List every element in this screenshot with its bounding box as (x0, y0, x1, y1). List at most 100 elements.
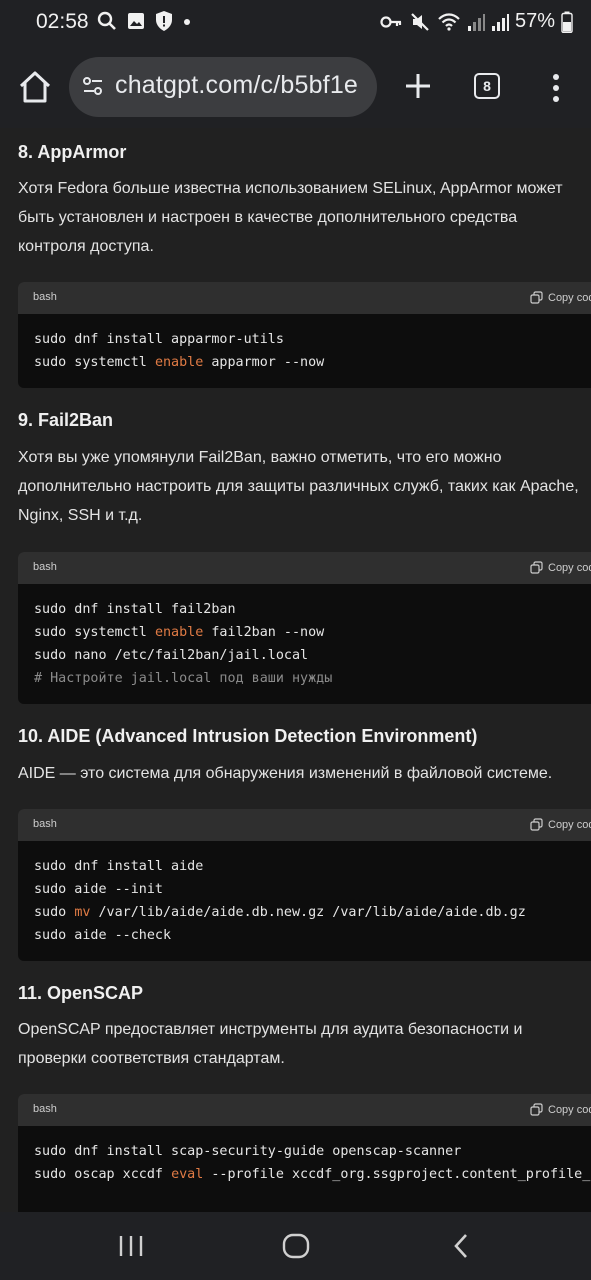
paragraph-line: OpenSCAP предоставляет инструменты для а… (18, 1021, 523, 1038)
copy-code-button[interactable]: Copy code (530, 291, 591, 304)
code-text: sudo dnf install scap-security-guide ope… (34, 1144, 462, 1159)
code-language: bash (33, 291, 57, 303)
copy-code-label: Copy code (548, 1103, 591, 1116)
code-text: sudo dnf install fail2ban (34, 602, 236, 617)
tab-switcher-button[interactable]: 8 (474, 73, 500, 99)
code-block: bash Copy code sudo dnf install fail2ban… (18, 552, 591, 704)
code-line: sudo aide --init (34, 878, 591, 901)
paragraph-line: Хотя вы уже упомянули Fail2Ban, важно от… (18, 449, 502, 466)
code-line: sudo aide --check (34, 924, 591, 947)
code-text: sudo systemctl (34, 625, 155, 640)
signal-icon (467, 13, 485, 31)
paragraph-line: проверки соответствия стандартам. (18, 1050, 285, 1067)
code-line: sudo dnf install aide (34, 855, 591, 878)
code-line: sudo systemctl enable apparmor --now (34, 351, 591, 374)
code-line: sudo dnf install fail2ban (34, 598, 591, 621)
paragraph-line: AIDE — это система для обнаружения измен… (18, 765, 553, 782)
copy-icon (530, 818, 543, 831)
section-heading: 9. Fail2Ban (18, 410, 114, 430)
paragraph-line: Nginx, SSH и т.д. (18, 507, 143, 524)
code-language: bash (33, 1103, 57, 1115)
code-line: sudo nano /etc/fail2ban/jail.local (34, 644, 591, 667)
back-icon[interactable] (446, 1230, 478, 1262)
chat-content[interactable]: 8. AppArmor Хотя Fedora больше известна … (0, 128, 591, 1212)
home-icon[interactable] (14, 66, 56, 108)
paragraph-line: Хотя Fedora больше известна использовани… (18, 180, 563, 197)
code-block-header: bash Copy code (18, 809, 591, 841)
copy-code-label: Copy code (548, 291, 591, 304)
code-line: sudo oscap xccdf eval --profile xccdf_or… (34, 1163, 591, 1186)
paragraph-line: контроля доступа. (18, 238, 154, 255)
home-nav-icon[interactable] (280, 1230, 312, 1262)
code-keyword: enable (154, 355, 204, 370)
code-block-header: bash Copy code (18, 282, 591, 314)
section-paragraph: AIDE — это система для обнаружения измен… (18, 759, 552, 788)
code-keyword: eval (171, 1167, 204, 1182)
code-block: bash Copy code sudo dnf install apparmor… (18, 282, 591, 388)
new-tab-icon[interactable] (398, 66, 438, 106)
code-text: sudo systemctl (34, 355, 155, 370)
code-block: bash Copy code sudo dnf install scap-sec… (18, 1094, 591, 1212)
section-paragraph: Хотя вы уже упомянули Fail2Ban, важно от… (18, 443, 579, 530)
section-heading: 10. AIDE (Advanced Intrusion Detection E… (18, 726, 478, 746)
code-text: /var/lib/aide/aide.db.new.gz /var/lib/ai… (90, 905, 526, 920)
copy-code-label: Copy code (548, 818, 591, 831)
recent-apps-icon[interactable] (115, 1230, 147, 1262)
code-language: bash (33, 818, 57, 830)
system-icons: 57% (379, 10, 573, 33)
copy-code-button[interactable]: Copy code (530, 561, 591, 574)
code-text: --profile xccdf_org.ssgproject.content_p… (203, 1167, 591, 1182)
code-text: sudo oscap xccdf (34, 1167, 172, 1182)
section-heading: 11. OpenSCAP (18, 983, 144, 1003)
code-body: sudo dnf install apparmor-utils sudo syst… (18, 314, 591, 374)
shield-alert-icon (156, 11, 172, 31)
code-line: # Настройте jail.local под ваши нужды (34, 667, 591, 690)
search-icon (97, 11, 116, 30)
battery-icon (561, 11, 573, 33)
copy-code-button[interactable]: Copy code (530, 818, 591, 831)
code-line: sudo dnf install apparmor-utils (34, 328, 591, 351)
code-text: sudo dnf install aide (34, 859, 204, 874)
code-text: sudo nano /etc/fail2ban/jail.local (34, 648, 309, 663)
code-text: apparmor --now (203, 355, 325, 370)
code-body: sudo dnf install scap-security-guide ope… (18, 1126, 591, 1186)
browser-toolbar: chatgpt.com/c/b5bf1e 8 (0, 46, 591, 128)
code-comment: # Настройте jail.local под ваши нужды (34, 671, 333, 686)
copy-icon (530, 561, 543, 574)
image-icon (128, 13, 144, 29)
code-language: bash (33, 561, 57, 573)
clock: 02:58 (36, 10, 89, 33)
mute-icon (411, 12, 429, 31)
more-options-icon[interactable] (546, 70, 566, 106)
section-paragraph: Хотя Fedora больше известна использовани… (18, 174, 563, 261)
code-text: sudo (34, 905, 75, 920)
battery-percent: 57% (514, 10, 555, 32)
code-line: sudo systemctl enable fail2ban --now (34, 621, 591, 644)
paragraph-line: быть установлен и настроен в качестве до… (18, 209, 518, 226)
system-nav-bar (0, 1212, 591, 1280)
section-paragraph: OpenSCAP предоставляет инструменты для а… (18, 1015, 522, 1073)
code-text: sudo dnf install apparmor-utils (34, 332, 284, 347)
copy-code-button[interactable]: Copy code (530, 1103, 591, 1116)
copy-icon (530, 1103, 543, 1116)
copy-icon (530, 291, 543, 304)
site-settings-icon[interactable] (81, 74, 105, 98)
code-block-header: bash Copy code (18, 552, 591, 584)
code-text: sudo aide --init (34, 882, 163, 897)
code-keyword: mv (74, 905, 91, 920)
key-icon (380, 15, 402, 28)
dot-icon (184, 19, 190, 25)
code-body: sudo dnf install fail2ban sudo systemctl … (18, 584, 591, 690)
notification-icons (96, 10, 192, 32)
code-keyword: enable (154, 625, 204, 640)
code-text: sudo aide --check (34, 928, 172, 943)
address-bar[interactable]: chatgpt.com/c/b5bf1e (69, 57, 377, 117)
status-bar: 02:58 57% (0, 0, 591, 46)
code-text: fail2ban --now (203, 625, 325, 640)
signal-icon-2 (491, 13, 509, 31)
section-heading: 8. AppArmor (18, 142, 127, 162)
code-line: sudo dnf install scap-security-guide ope… (34, 1140, 591, 1163)
wifi-icon (438, 12, 460, 31)
copy-code-label: Copy code (548, 561, 591, 574)
code-block: bash Copy code sudo dnf install aide sudo… (18, 809, 591, 961)
